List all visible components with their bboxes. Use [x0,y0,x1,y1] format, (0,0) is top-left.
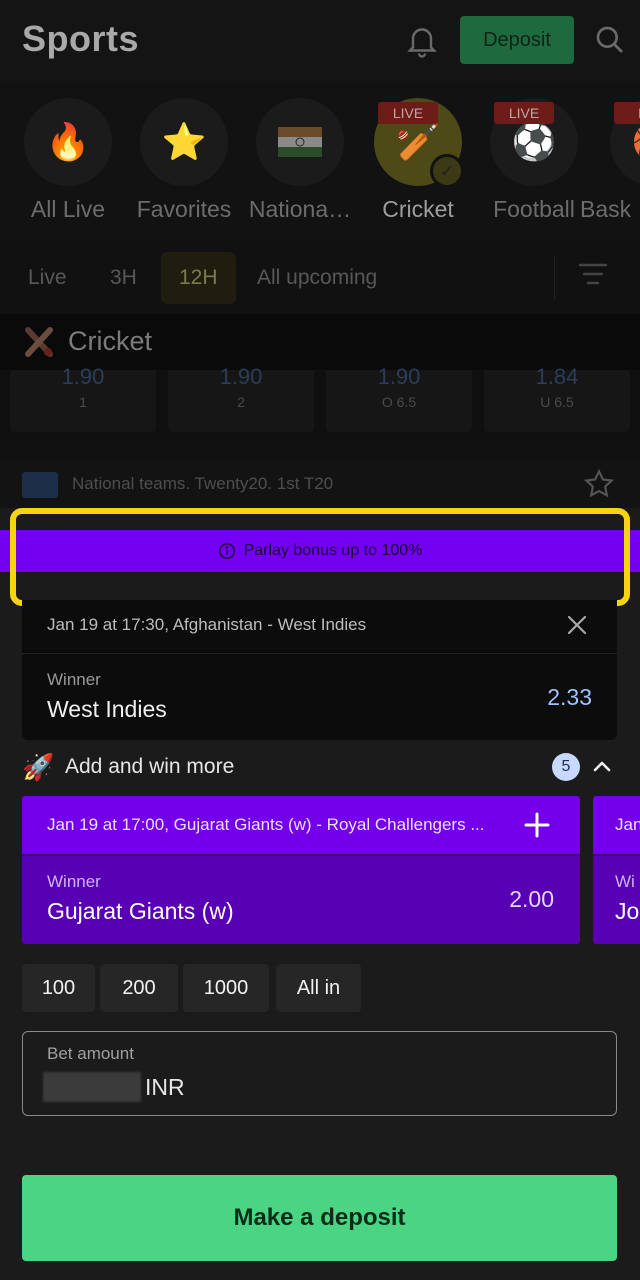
currency-label: INR [145,1074,185,1100]
sports-carousel: 🔥 All Live ⭐ Favorites Nationa… 🏏 LIVE ✓… [0,82,640,242]
quick-amount-all-in[interactable]: All in [276,964,361,1012]
odd-button[interactable]: 1.84 U 6.5 [484,364,630,432]
quick-amount-1000[interactable]: 1000 [183,964,269,1012]
globe-icon [22,472,58,498]
suggested-selection: Jo [615,898,640,924]
plus-icon[interactable] [522,810,552,840]
sport-item-favorites[interactable]: ⭐ Favorites [124,98,244,234]
event-league: National teams. Twenty20. 1st T20 [72,474,334,493]
odd-label: 2 [237,394,245,410]
add-and-win-more-label: Add and win more [65,755,235,778]
bet-match: Jan 19 at 17:30, Afghanistan - West Indi… [47,615,367,634]
odd-value: 1.90 [377,364,421,389]
search-icon[interactable] [594,24,626,56]
live-badge: LIVE [378,102,438,124]
fire-icon: 🔥 [24,98,112,186]
sport-item-basketball[interactable]: 🏀 LI Bask [580,98,640,234]
suggested-market: Winner [47,872,101,891]
suggested-match: Jan 19 at 17:00, Gujarat Giants (w) - Ro… [47,815,485,834]
bet-market: Winner [47,670,101,689]
bell-icon[interactable] [404,20,440,60]
live-badge: LIVE [494,102,554,124]
cricket-bats-icon [25,327,53,357]
suggestion-count-badge: 5 [552,753,580,781]
chevron-up-icon[interactable] [592,756,612,776]
suggested-odd: 2.00 [509,886,554,912]
rocket-icon: 🚀 [22,752,55,782]
page-title: Sports [22,18,140,59]
suggested-selection: Gujarat Giants (w) [47,898,234,924]
odd-value: 1.90 [61,364,105,389]
section-header: Cricket [0,314,640,370]
odds-row: 1.90 1 1.90 2 1.90 O 6.5 1.84 U 6.5 [0,364,640,440]
checkmark-icon: ✓ [430,154,464,188]
odd-label: U 6.5 [540,394,574,410]
favorite-star-icon[interactable] [583,468,615,500]
bet-amount-label: Bet amount [47,1044,134,1063]
odd-value: 1.84 [535,364,579,389]
bet-card: Jan 19 at 17:30, Afghanistan - West Indi… [22,600,617,740]
bet-card-header: Jan 19 at 17:30, Afghanistan - West Indi… [22,600,617,654]
add-and-win-more-row[interactable]: 🚀 Add and win more 5 [22,750,622,786]
odd-label: O 6.5 [381,394,417,410]
quick-amount-100[interactable]: 100 [22,964,95,1012]
filter-3h[interactable]: 3H [92,252,155,304]
live-badge: LI [614,102,640,124]
odd-value: 1.90 [219,364,263,389]
event-header: National teams. Twenty20. 1st T20 [0,458,640,508]
odd-button[interactable]: 1.90 O 6.5 [326,364,472,432]
suggested-bet-card[interactable]: Jan Wi Jo [593,796,640,944]
divider [554,256,555,300]
odd-button[interactable]: 1.90 1 [10,364,156,432]
odd-button[interactable]: 1.90 2 [168,364,314,432]
quick-amount-200[interactable]: 200 [100,964,178,1012]
time-filter-bar: Live 3H 12H All upcoming [0,242,640,314]
sport-item-football[interactable]: ⚽ LIVE Football [474,98,594,234]
deposit-button[interactable]: Deposit [460,16,574,64]
bet-selection: West Indies [47,696,167,722]
india-flag-icon [256,98,344,186]
filter-all-upcoming[interactable]: All upcoming [239,252,395,304]
suggested-match: Jan [615,815,640,834]
filter-live[interactable]: Live [10,252,85,304]
close-icon[interactable] [566,614,588,636]
odd-label: 1 [79,394,87,410]
highlight-frame [10,508,630,606]
sport-item-cricket[interactable]: 🏏 LIVE ✓ Cricket [358,98,478,234]
make-deposit-button[interactable]: Make a deposit [22,1175,617,1261]
section-title: Cricket [68,326,153,356]
bet-amount-field[interactable]: Bet amount INR [22,1031,617,1116]
filter-12h[interactable]: 12H [161,252,236,304]
suggested-bet-header: Jan [593,796,640,856]
sport-label: Bask [580,196,632,222]
top-bar: Sports Deposit [0,0,640,82]
bet-odd: 2.33 [547,684,592,710]
sport-item-all-live[interactable]: 🔥 All Live [8,98,128,234]
redacted-amount [43,1072,141,1102]
filter-icon[interactable] [578,260,608,288]
star-icon: ⭐ [140,98,228,186]
suggested-market: Wi [615,872,635,891]
sport-item-national[interactable]: Nationa… [240,98,360,234]
suggested-bet-card[interactable]: Jan 19 at 17:00, Gujarat Giants (w) - Ro… [22,796,580,944]
suggested-bet-header: Jan 19 at 17:00, Gujarat Giants (w) - Ro… [22,796,580,856]
